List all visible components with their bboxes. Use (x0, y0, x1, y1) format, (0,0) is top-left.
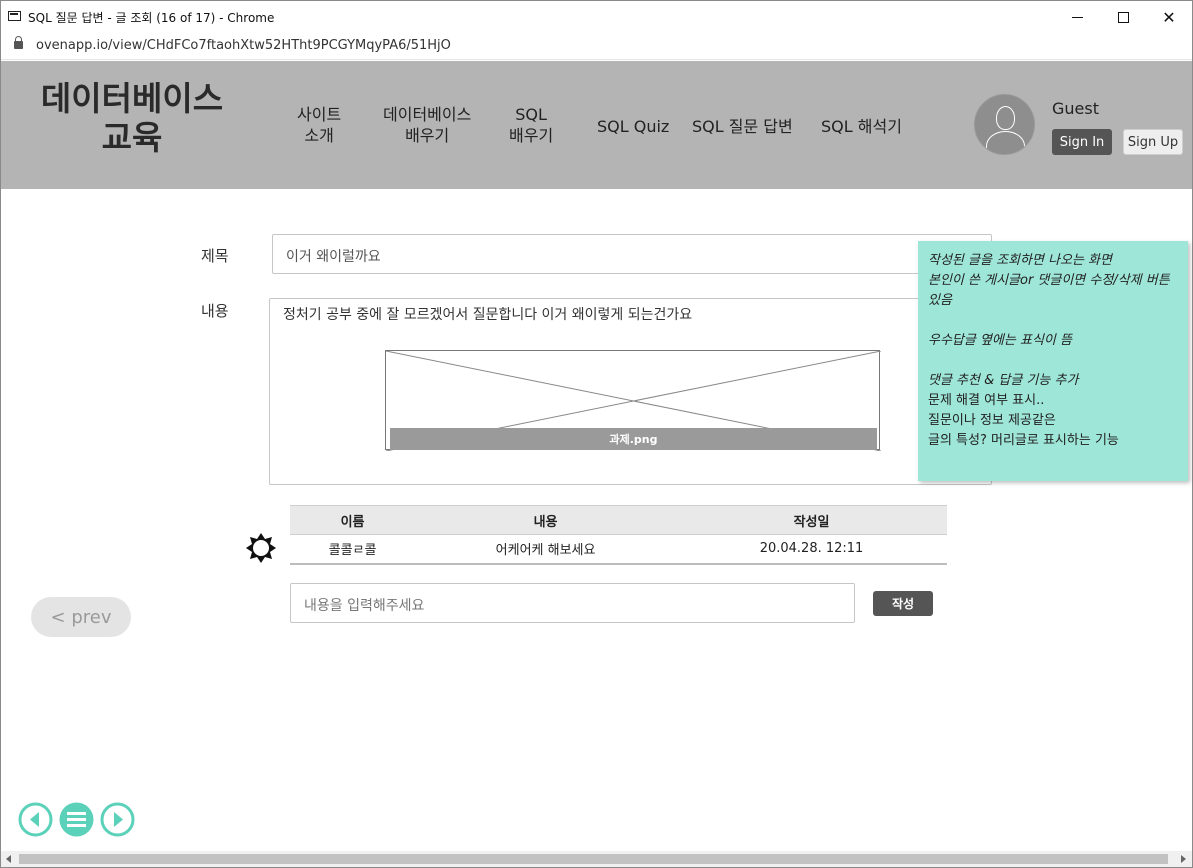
nav-label: SQL (515, 105, 547, 124)
nav-learn-database[interactable]: 데이터베이스 배우기 (383, 104, 471, 146)
note-line: 글의 특성? 머리글로 표시하는 기능 (928, 433, 1119, 448)
post-content-text: 정처기 공부 중에 잘 모르겠어서 질문합니다 이거 왜이렇게 되는건가요 (283, 307, 693, 323)
submit-comment-button[interactable]: 작성 (873, 591, 933, 616)
nav-site-intro[interactable]: 사이트 소개 (297, 104, 341, 146)
maximize-icon (1117, 11, 1129, 23)
close-button[interactable]: ✕ (1146, 3, 1192, 31)
comment-author: 콜콜ㄹ콜 (290, 534, 416, 565)
window-icon (8, 11, 21, 21)
post-title-field[interactable]: 이거 왜이럴까요 (272, 234, 992, 274)
logo-line-2: 교육 (101, 118, 163, 157)
nav-learn-sql[interactable]: SQL 배우기 (509, 104, 553, 146)
avatar-body-shape (986, 131, 1025, 154)
scrollbar-thumb[interactable] (19, 854, 1168, 864)
column-header-name: 이름 (290, 505, 416, 535)
nav-sql-qna[interactable]: SQL 질문 답변 (692, 116, 793, 137)
comment-date: 20.04.28. 12:11 (676, 534, 947, 565)
nav-label: 사이트 (297, 105, 342, 124)
nav-label: SQL Quiz (597, 117, 670, 136)
next-page-icon[interactable] (100, 802, 135, 837)
nav-label: SQL 해석기 (821, 117, 902, 136)
table-header-row: 이름 내용 작성일 (290, 505, 947, 535)
column-header-content: 내용 (415, 505, 677, 535)
window-title: SQL 질문 답변 - 글 조회 (16 of 17) - Chrome (28, 11, 275, 25)
nav-label: 배우기 (509, 126, 554, 145)
comment-content: 어케어케 해보세요 (415, 534, 677, 565)
post-content-box[interactable]: 정처기 공부 중에 잘 모르겠어서 질문합니다 이거 왜이렇게 되는건가요 과제… (269, 298, 992, 485)
logo-line-1: 데이터베이스 (40, 79, 224, 118)
note-line: 문제 해결 여부 표시.. (928, 393, 1045, 408)
nav-label: 배우기 (405, 126, 450, 145)
content-label: 내용 (201, 302, 229, 320)
column-header-date: 작성일 (676, 505, 947, 535)
note-line: 질문이나 정보 제공같은 (928, 413, 1056, 428)
avatar-head-shape (996, 106, 1015, 130)
minimize-icon (1071, 16, 1083, 18)
url-text: ovenapp.io/view/CHdFCo7ftaohXtw52HTht9PC… (36, 38, 451, 53)
scroll-right-icon[interactable] (1181, 855, 1186, 863)
sign-up-button[interactable]: Sign Up (1123, 129, 1183, 155)
previous-page-icon[interactable] (18, 802, 53, 837)
note-line: 댓글 추천 & 답글 기능 추가 (928, 373, 1079, 388)
sticky-note: 작성된 글을 조회하면 나오는 화면 본인이 쓴 게시글or 댓글이면 수정/삭… (918, 241, 1188, 481)
browser-window: SQL 질문 답변 - 글 조회 (16 of 17) - Chrome ✕ o… (0, 0, 1193, 868)
address-bar[interactable]: ovenapp.io/view/CHdFCo7ftaohXtw52HTht9PC… (1, 32, 1192, 60)
attached-image[interactable]: 과제.png (385, 350, 881, 451)
site-logo[interactable]: 데이터베이스 교육 (23, 79, 241, 157)
user-name: Guest (1052, 99, 1099, 118)
avatar[interactable] (974, 94, 1035, 155)
title-bar: SQL 질문 답변 - 글 조회 (16 of 17) - Chrome ✕ (1, 1, 1192, 32)
note-line (928, 351, 1178, 371)
best-answer-badge-icon (246, 533, 276, 563)
image-caption: 과제.png (390, 428, 877, 450)
nav-label: 데이터베이스 (383, 105, 472, 124)
nav-label: 소개 (304, 126, 334, 145)
note-line (928, 311, 1178, 331)
lock-icon (14, 36, 23, 49)
site-header: 데이터베이스 교육 사이트 소개 데이터베이스 배우기 SQL 배우기 SQL … (1, 61, 1192, 189)
maximize-button[interactable] (1100, 3, 1146, 31)
menu-icon[interactable] (59, 802, 94, 837)
nav-sql-quiz[interactable]: SQL Quiz (597, 116, 669, 137)
nav-label: SQL 질문 답변 (692, 117, 793, 136)
table-row[interactable]: 콜콜ㄹ콜 어케어케 해보세요 20.04.28. 12:11 (290, 534, 947, 565)
scroll-left-icon[interactable] (6, 855, 11, 863)
nav-sql-interpreter[interactable]: SQL 해석기 (821, 116, 902, 137)
note-line: 본인이 쓴 게시글or 댓글이면 수정/삭제 버튼 있음 (928, 273, 1170, 308)
minimize-button[interactable] (1054, 3, 1100, 31)
horizontal-scrollbar[interactable] (1, 851, 1192, 867)
prev-button[interactable]: < prev (31, 597, 131, 637)
note-line: 작성된 글을 조회하면 나오는 화면 (928, 253, 1112, 268)
title-label: 제목 (201, 247, 229, 265)
close-icon: ✕ (1162, 7, 1176, 27)
note-line: 우수답글 옆에는 표식이 뜸 (928, 333, 1072, 348)
comment-input[interactable]: 내용을 입력해주세요 (290, 583, 855, 623)
sign-in-button[interactable]: Sign In (1052, 129, 1112, 155)
comments-table: 이름 내용 작성일 콜콜ㄹ콜 어케어케 해보세요 20.04.28. 12:11 (290, 505, 947, 565)
